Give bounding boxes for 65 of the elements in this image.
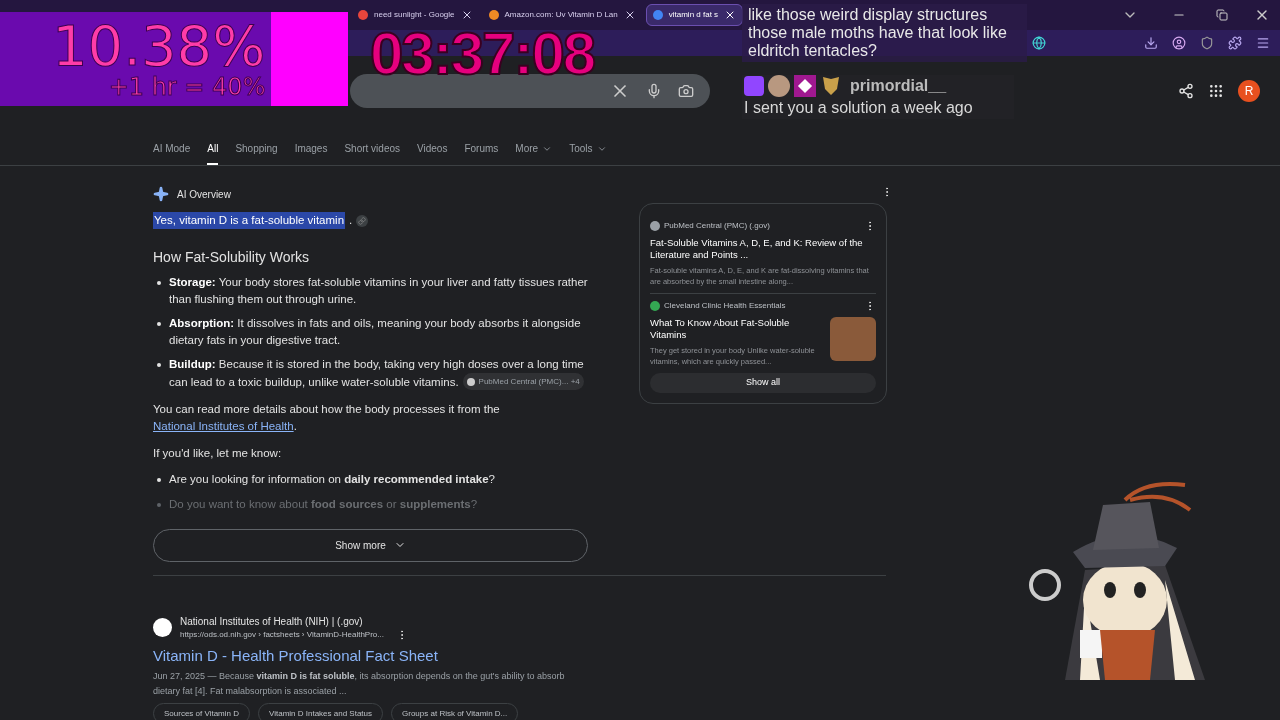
search-tab[interactable]: Tools xyxy=(569,141,607,165)
search-field[interactable] xyxy=(350,74,710,108)
search-tab[interactable]: Shopping xyxy=(235,141,278,165)
bullet-text: Absorption: It dissolves in fats and oils, meaning your body absorbs it alongside dietary fats in your digestive tract. xyxy=(169,316,582,348)
extensions-icon[interactable] xyxy=(1228,36,1242,50)
answer-text: Yes, vitamin D is a fat-soluble vitamin xyxy=(153,212,346,229)
tab-title: vitamin d fat s xyxy=(668,9,719,21)
result-title[interactable]: Vitamin D - Health Professional Fact Sheet xyxy=(153,644,1280,667)
result-url: https://ods.od.nih.gov › factsheets › VitaminD-HealthPro... xyxy=(180,628,384,641)
bullet-text: Are you looking for information on daily recommended intake? xyxy=(169,471,495,487)
photo-placeholder xyxy=(830,317,876,361)
microphone-icon[interactable] xyxy=(646,83,662,99)
section-title: AI Overview xyxy=(177,187,231,202)
download-icon[interactable] xyxy=(1144,36,1158,50)
search-tab[interactable]: All xyxy=(207,141,219,165)
share-icon[interactable] xyxy=(1178,83,1194,99)
site-favicon-icon xyxy=(466,377,475,386)
result-site: National Institutes of Health (NIH) | (.gov) xyxy=(180,614,364,629)
text-link[interactable]: National Institutes of Health xyxy=(153,419,294,432)
source-site: PubMed Central (PMC) (.gov) xyxy=(664,220,771,232)
chat-message: I sent you a solution a week ago xyxy=(744,99,973,116)
search-tab[interactable]: Videos xyxy=(417,141,448,165)
section-heading: How Fat-Solubility Works xyxy=(153,249,311,266)
search-tab[interactable]: AI Mode xyxy=(153,141,191,165)
apps-icon[interactable] xyxy=(1208,83,1224,99)
source-title[interactable]: What To Know About Fat-Soluble Vitamins xyxy=(650,317,822,341)
source-title[interactable]: Fat-Soluble Vitamins A, D, E, and K: Review of the Literature and Points ... xyxy=(650,237,876,261)
bullet-icon xyxy=(157,502,161,507)
bonus-text: +1 hr = 40% xyxy=(108,74,266,100)
account-avatar[interactable]: R xyxy=(1238,80,1260,102)
channel-badge-icon xyxy=(744,76,764,96)
bullet-text: Buildup: Because it is stored in the body, taking very high doses over a long time can lead to a toxic buildup, unlike water-soluble vitamins. PubMed Central (PMC)... +4 xyxy=(169,357,585,391)
link-icon[interactable] xyxy=(356,214,369,227)
paragraph: You can read more details about how the body processes it from the National Institutes of Health. xyxy=(153,401,501,434)
search-tab[interactable]: More xyxy=(515,141,553,165)
chat-username: primordial__ xyxy=(850,76,947,96)
chat-message: like those weird display structures those male moths have that look like eldritch tentacles? xyxy=(742,4,1027,62)
sparkle-icon xyxy=(153,186,169,202)
bullet-icon xyxy=(157,281,161,285)
site-favicon-icon xyxy=(153,617,172,637)
diamond-badge-icon xyxy=(794,75,816,97)
globe-icon[interactable] xyxy=(1032,36,1046,50)
paragraph: If you'd like, let me know: xyxy=(153,445,283,461)
camera-icon[interactable] xyxy=(678,83,694,99)
bullet-icon xyxy=(157,363,161,367)
source-site: Cleveland Clinic Health Essentials xyxy=(664,300,787,312)
answer-period: . xyxy=(349,213,353,228)
search-tab[interactable]: Images xyxy=(294,141,328,165)
browser-tab[interactable]: vitamin d fat s xyxy=(645,4,744,26)
bullet-text: Do you want to know about food sources or supplements? xyxy=(169,496,478,512)
bullet-icon xyxy=(157,477,161,482)
menu-icon[interactable] xyxy=(1256,36,1270,50)
percent-text: 10.38% xyxy=(51,18,266,74)
search-tab[interactable]: Forums xyxy=(464,141,499,165)
profile-icon[interactable] xyxy=(1172,36,1186,50)
tab-title: need sunlight - Google xyxy=(374,9,455,21)
bullet-text: Storage: Your body stores fat-soluble vitamins in your liver and fatty tissues rather than flushing them out through urine. xyxy=(169,275,588,307)
tab-title: Amazon.com: Uv Vitamin D Lan xyxy=(504,9,618,21)
restore-icon[interactable] xyxy=(1216,9,1228,21)
search-tab[interactable]: Short videos xyxy=(344,141,401,165)
result-snippet: Jun 27, 2025 — Because vitamin D is fat soluble, its absorption depends on the gut's ability to absorb dietary fat [4]. Fat malabsorption is associated ... xyxy=(153,670,566,698)
citation-chip[interactable]: PubMed Central (PMC)... +4 xyxy=(462,373,584,390)
show-all-button[interactable]: Show all xyxy=(650,373,876,393)
bullet-icon xyxy=(157,322,161,326)
shield-icon[interactable] xyxy=(1200,36,1214,50)
